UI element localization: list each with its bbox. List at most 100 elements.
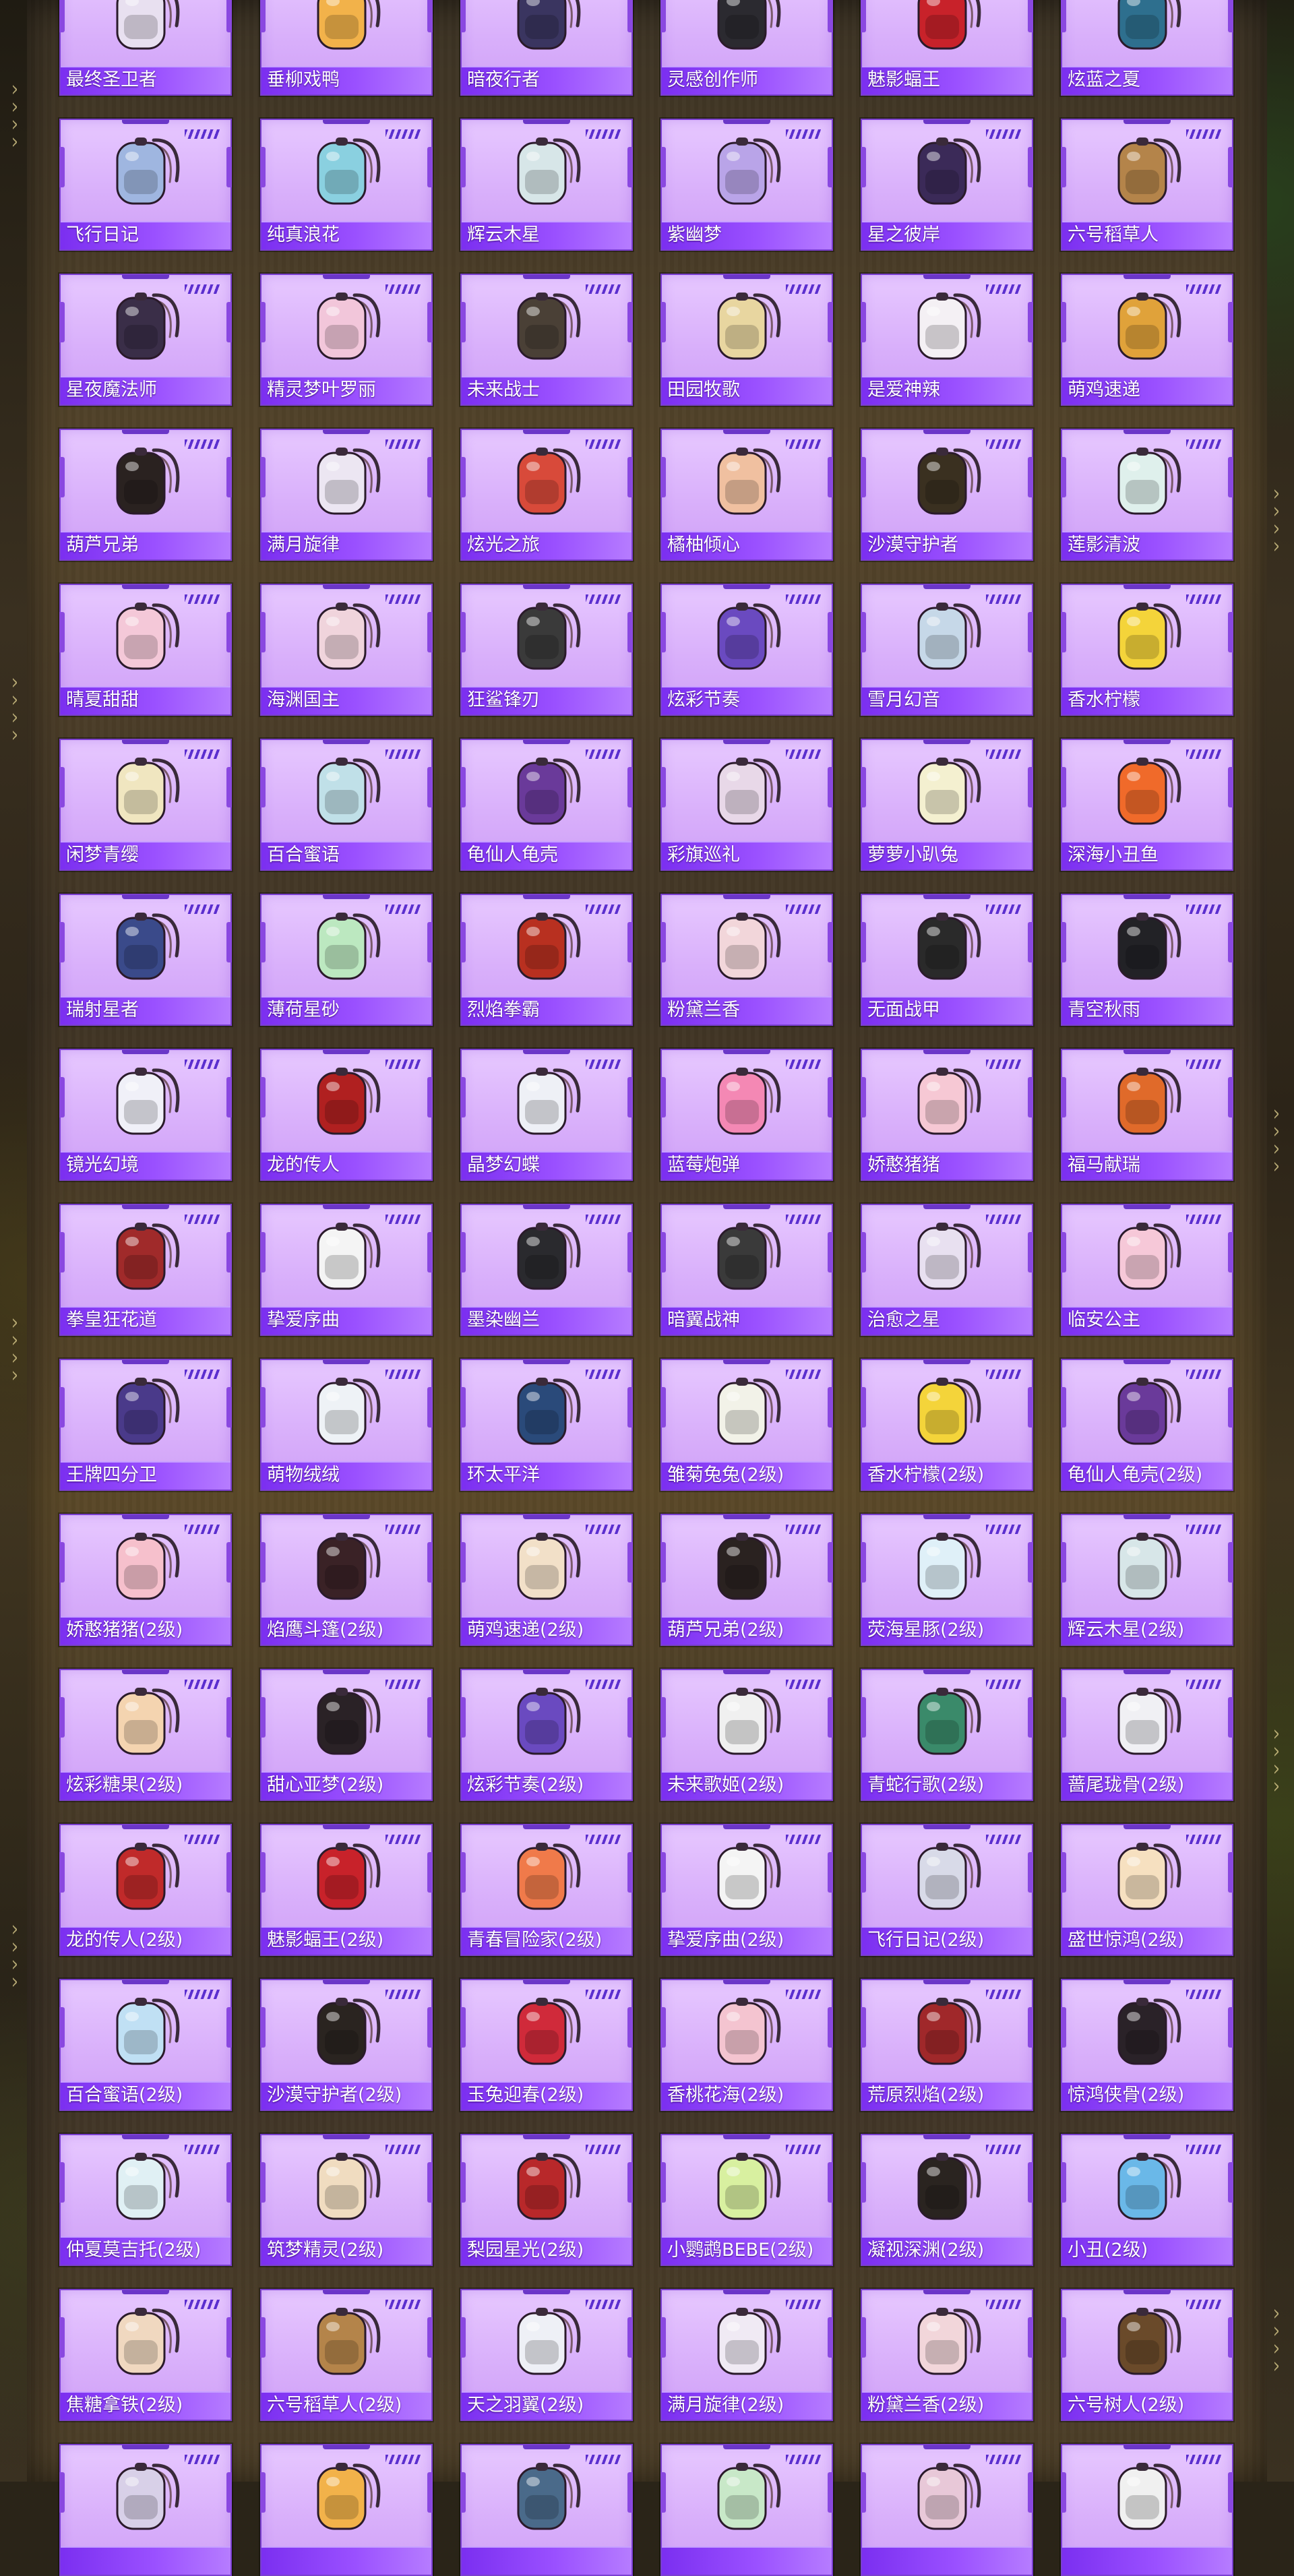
item-card[interactable]: 粉黛兰香	[660, 894, 833, 1026]
item-card[interactable]: 仲夏莫吉托(2级)	[59, 2134, 232, 2266]
item-card[interactable]: 龟仙人龟壳(2级)	[1061, 1359, 1233, 1491]
item-card[interactable]: 闲梦青缨	[59, 739, 232, 871]
item-card[interactable]: 彩旗巡礼	[660, 739, 833, 871]
item-card[interactable]: 暗夜行者	[460, 0, 633, 96]
item-card[interactable]	[460, 2444, 633, 2576]
item-card[interactable]: 满月旋律	[260, 429, 433, 561]
item-card[interactable]: 纯真浪花	[260, 119, 433, 251]
item-card[interactable]: 莲影清波	[1061, 429, 1233, 561]
item-card[interactable]: 娇憨猪猪(2级)	[59, 1514, 232, 1646]
item-card[interactable]: 葫芦兄弟	[59, 429, 232, 561]
item-card[interactable]: 萝萝小趴兔	[861, 739, 1033, 871]
item-card[interactable]	[660, 2444, 833, 2576]
item-card[interactable]: 娇憨猪猪	[861, 1049, 1033, 1181]
item-card[interactable]: 龙的传人	[260, 1049, 433, 1181]
item-card[interactable]: 蓝莓炮弹	[660, 1049, 833, 1181]
item-card[interactable]: 六号树人(2级)	[1061, 2289, 1233, 2421]
item-card[interactable]: 青春冒险家(2级)	[460, 1824, 633, 1956]
item-card[interactable]: 临安公主	[1061, 1204, 1233, 1336]
item-card[interactable]: 橘柚倾心	[660, 429, 833, 561]
item-card[interactable]: 荒原烈焰(2级)	[861, 1979, 1033, 2111]
item-card[interactable]: 葫芦兄弟(2级)	[660, 1514, 833, 1646]
item-card[interactable]: 炫彩节奏	[660, 584, 833, 716]
item-card[interactable]: 治愈之星	[861, 1204, 1033, 1336]
item-card[interactable]: 蔷尾珑骨(2级)	[1061, 1669, 1233, 1801]
item-card[interactable]: 福马献瑞	[1061, 1049, 1233, 1181]
item-card[interactable]: 玉兔迎春(2级)	[460, 1979, 633, 2111]
item-card[interactable]: 筑梦精灵(2级)	[260, 2134, 433, 2266]
item-card[interactable]: 烈焰拳霸	[460, 894, 633, 1026]
item-card[interactable]: 狂鲨锋刃	[460, 584, 633, 716]
item-card[interactable]: 魅影蝠王	[861, 0, 1033, 96]
item-card[interactable]: 惊鸿侠骨(2级)	[1061, 1979, 1233, 2111]
item-card[interactable]: 是爱神辣	[861, 274, 1033, 406]
item-card[interactable]: 梨园星光(2级)	[460, 2134, 633, 2266]
item-card[interactable]: 精灵梦叶罗丽	[260, 274, 433, 406]
item-card[interactable]: 飞行日记	[59, 119, 232, 251]
item-card[interactable]	[260, 2444, 433, 2576]
item-card[interactable]: 龙的传人(2级)	[59, 1824, 232, 1956]
item-card[interactable]: 镜光幻境	[59, 1049, 232, 1181]
item-card[interactable]: 青蛇行歌(2级)	[861, 1669, 1033, 1801]
item-card[interactable]: 青空秋雨	[1061, 894, 1233, 1026]
item-card[interactable]: 满月旋律(2级)	[660, 2289, 833, 2421]
item-card[interactable]: 王牌四分卫	[59, 1359, 232, 1491]
item-card[interactable]: 六号稻草人	[1061, 119, 1233, 251]
item-card[interactable]: 挚爱序曲	[260, 1204, 433, 1336]
item-card[interactable]: 星夜魔法师	[59, 274, 232, 406]
item-card[interactable]: 炫彩糖果(2级)	[59, 1669, 232, 1801]
item-card[interactable]: 辉云木星(2级)	[1061, 1514, 1233, 1646]
item-card[interactable]: 萌鸡速递	[1061, 274, 1233, 406]
item-card[interactable]: 紫幽梦	[660, 119, 833, 251]
item-card[interactable]: 沙漠守护者(2级)	[260, 1979, 433, 2111]
item-card[interactable]: 灵感创作师	[660, 0, 833, 96]
item-card[interactable]: 荧海星豚(2级)	[861, 1514, 1033, 1646]
item-card[interactable]: 盛世惊鸿(2级)	[1061, 1824, 1233, 1956]
item-card[interactable]: 炫蓝之夏	[1061, 0, 1233, 96]
item-card[interactable]: 最终圣卫者	[59, 0, 232, 96]
item-card[interactable]: 甜心亚梦(2级)	[260, 1669, 433, 1801]
item-card[interactable]: 垂柳戏鸭	[260, 0, 433, 96]
item-card[interactable]: 香水柠檬	[1061, 584, 1233, 716]
item-card[interactable]: 辉云木星	[460, 119, 633, 251]
item-card[interactable]: 暗翼战神	[660, 1204, 833, 1336]
item-card[interactable]: 沙漠守护者	[861, 429, 1033, 561]
item-card[interactable]: 雏菊兔兔(2级)	[660, 1359, 833, 1491]
item-card[interactable]: 深海小丑鱼	[1061, 739, 1233, 871]
item-card[interactable]: 未来战士	[460, 274, 633, 406]
item-card[interactable]: 萌物绒绒	[260, 1359, 433, 1491]
item-card[interactable]: 六号稻草人(2级)	[260, 2289, 433, 2421]
item-card[interactable]	[1061, 2444, 1233, 2576]
item-card[interactable]: 瑞射星者	[59, 894, 232, 1026]
item-card[interactable]: 小鹦鹉BEBE(2级)	[660, 2134, 833, 2266]
item-card[interactable]: 焰鹰斗篷(2级)	[260, 1514, 433, 1646]
item-card[interactable]: 香水柠檬(2级)	[861, 1359, 1033, 1491]
item-card[interactable]: 炫彩节奏(2级)	[460, 1669, 633, 1801]
item-card[interactable]: 田园牧歌	[660, 274, 833, 406]
item-card[interactable]: 香桃花海(2级)	[660, 1979, 833, 2111]
item-card[interactable]: 焦糖拿铁(2级)	[59, 2289, 232, 2421]
item-card[interactable]: 拳皇狂花道	[59, 1204, 232, 1336]
item-card[interactable]: 魅影蝠王(2级)	[260, 1824, 433, 1956]
item-card[interactable]: 雪月幻音	[861, 584, 1033, 716]
item-card[interactable]: 海渊国主	[260, 584, 433, 716]
item-card[interactable]: 小丑(2级)	[1061, 2134, 1233, 2266]
item-card[interactable]: 未来歌姬(2级)	[660, 1669, 833, 1801]
item-card[interactable]: 凝视深渊(2级)	[861, 2134, 1033, 2266]
item-card[interactable]: 墨染幽兰	[460, 1204, 633, 1336]
item-card[interactable]: 星之彼岸	[861, 119, 1033, 251]
item-card[interactable]: 百合蜜语(2级)	[59, 1979, 232, 2111]
item-card[interactable]: 挚爱序曲(2级)	[660, 1824, 833, 1956]
item-card[interactable]	[861, 2444, 1033, 2576]
item-card[interactable]: 薄荷星砂	[260, 894, 433, 1026]
item-card[interactable]: 百合蜜语	[260, 739, 433, 871]
item-card[interactable]	[59, 2444, 232, 2576]
item-card[interactable]: 环太平洋	[460, 1359, 633, 1491]
item-card[interactable]: 龟仙人龟壳	[460, 739, 633, 871]
item-card[interactable]: 天之羽翼(2级)	[460, 2289, 633, 2421]
item-card[interactable]: 晴夏甜甜	[59, 584, 232, 716]
item-card[interactable]: 粉黛兰香(2级)	[861, 2289, 1033, 2421]
item-card[interactable]: 萌鸡速递(2级)	[460, 1514, 633, 1646]
item-card[interactable]: 无面战甲	[861, 894, 1033, 1026]
item-card[interactable]: 晶梦幻蝶	[460, 1049, 633, 1181]
